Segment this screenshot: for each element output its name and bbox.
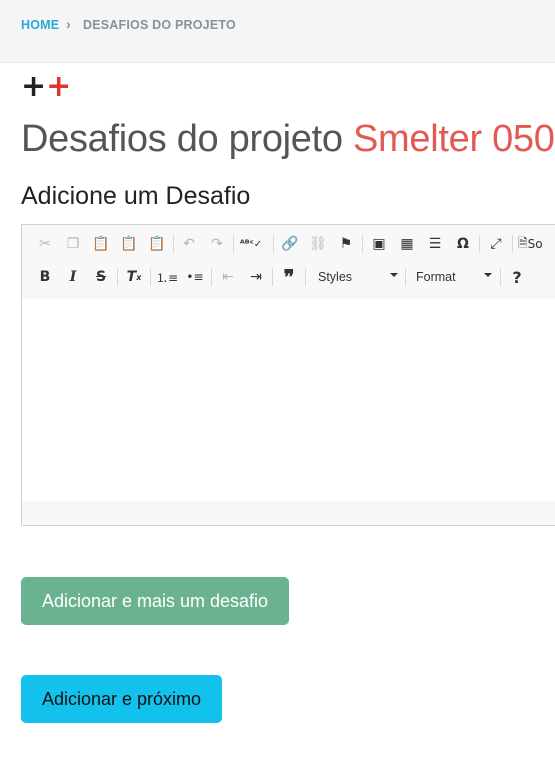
copy-icon[interactable]: ❐ [62, 233, 84, 255]
toolbar-separator [362, 235, 363, 253]
format-dropdown-label: Format [416, 270, 456, 284]
anchor-flag-icon[interactable]: ⚑ [335, 233, 357, 255]
rich-text-editor: ✂ ❐ 📋 📋 📋 ↶ ↷ ᴬᴮᶜ✓ 🔗 ⛓ ⚑ ▣ ▦ ☰ Ω ⤢ 🗎 So B… [21, 224, 555, 526]
paste-word-icon[interactable]: 📋 [146, 233, 168, 255]
source-button[interactable]: 🗎 So [518, 233, 555, 255]
special-char-icon[interactable]: Ω [452, 233, 474, 255]
breadcrumb-current: DESAFIOS DO PROJETO [83, 18, 236, 32]
page-title-project: Smelter 050 [352, 118, 555, 160]
styles-dropdown-label: Styles [318, 270, 353, 284]
breadcrumb-separator-icon: › [66, 16, 71, 32]
help-icon[interactable]: ? [506, 266, 528, 288]
chevron-down-icon [390, 273, 398, 277]
source-label: So [527, 237, 543, 251]
editor-content-area[interactable] [22, 299, 555, 502]
section-title: Adicione um Desafio [21, 182, 251, 210]
decrease-indent-icon[interactable]: ⇤ [217, 266, 239, 288]
logo: ++ [21, 72, 71, 102]
source-icon: 🗎 [518, 235, 528, 250]
italic-icon[interactable]: I [62, 266, 84, 288]
strikethrough-icon[interactable]: S [90, 266, 112, 288]
toolbar-separator [405, 268, 406, 286]
chevron-down-icon [484, 273, 492, 277]
toolbar-separator [233, 235, 234, 253]
toolbar-separator [512, 235, 513, 253]
toolbar-separator [479, 235, 480, 253]
toolbar-separator [117, 268, 118, 286]
add-next-button[interactable]: Adicionar e próximo [21, 675, 222, 723]
page-title-prefix: Desafios do projeto [21, 118, 343, 160]
bulleted-list-icon[interactable]: •≡ [184, 266, 206, 288]
logo-plus-red: + [46, 69, 72, 104]
blockquote-icon[interactable]: ❞ [278, 265, 300, 289]
styles-dropdown[interactable]: Styles [318, 266, 398, 288]
image-icon[interactable]: ▣ [368, 233, 390, 255]
paste-text-icon[interactable]: 📋 [118, 233, 140, 255]
numbered-list-icon[interactable]: ⒈≡ [156, 266, 178, 288]
horizontal-line-icon[interactable]: ☰ [424, 233, 446, 255]
unlink-icon[interactable]: ⛓ [307, 233, 329, 255]
toolbar-separator [173, 235, 174, 253]
breadcrumb-home-link[interactable]: HOME [21, 18, 59, 32]
breadcrumb: HOME › DESAFIOS DO PROJETO [0, 0, 555, 63]
toolbar-separator [272, 268, 273, 286]
logo-plus-black: + [21, 69, 47, 104]
toolbar-separator [211, 268, 212, 286]
paste-icon[interactable]: 📋 [90, 233, 112, 255]
table-icon[interactable]: ▦ [396, 233, 418, 255]
editor-status-bar [22, 501, 555, 525]
maximize-icon[interactable]: ⤢ [485, 233, 507, 255]
toolbar-separator [273, 235, 274, 253]
toolbar-separator [150, 268, 151, 286]
spellcheck-icon[interactable]: ᴬᴮᶜ✓ [240, 233, 262, 255]
toolbar-separator [305, 268, 306, 286]
editor-toolbar: ✂ ❐ 📋 📋 📋 ↶ ↷ ᴬᴮᶜ✓ 🔗 ⛓ ⚑ ▣ ▦ ☰ Ω ⤢ 🗎 So B… [22, 225, 555, 300]
increase-indent-icon[interactable]: ⇥ [245, 266, 267, 288]
bold-icon[interactable]: B [34, 266, 56, 288]
remove-format-icon[interactable]: Tx [123, 266, 145, 288]
link-icon[interactable]: 🔗 [279, 233, 301, 255]
format-dropdown[interactable]: Format [416, 266, 492, 288]
undo-icon[interactable]: ↶ [178, 233, 200, 255]
cut-icon[interactable]: ✂ [34, 233, 56, 255]
add-more-challenge-button[interactable]: Adicionar e mais um desafio [21, 577, 289, 625]
redo-icon[interactable]: ↷ [206, 233, 228, 255]
toolbar-separator [500, 268, 501, 286]
page-title: Desafios do projeto Smelter 050 [21, 118, 555, 161]
